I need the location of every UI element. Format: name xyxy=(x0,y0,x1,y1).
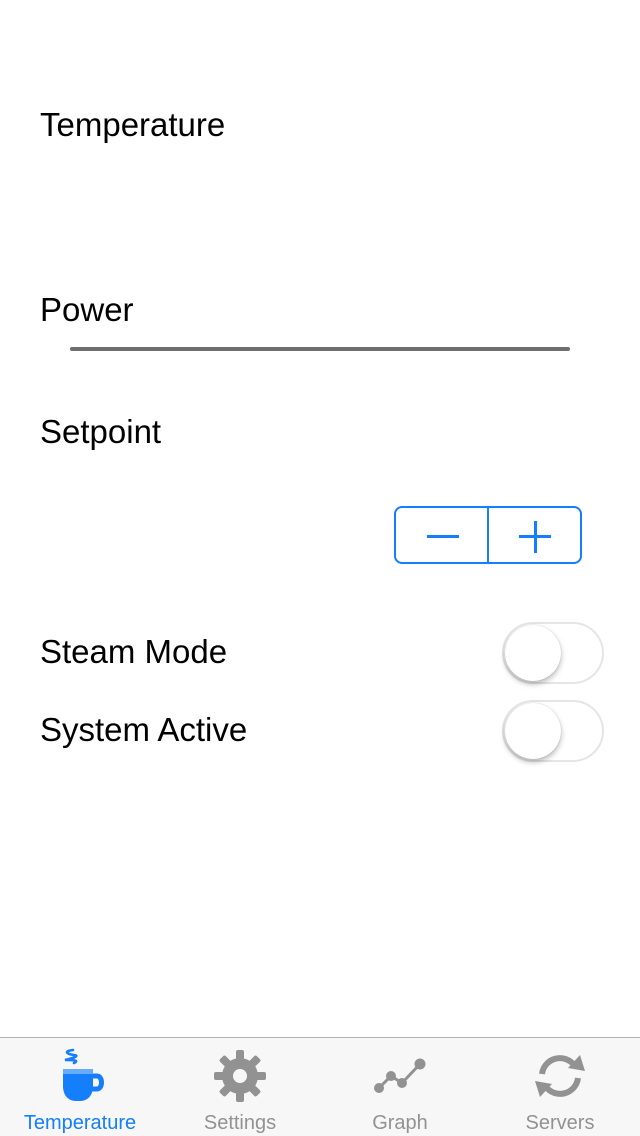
steam-mode-label: Steam Mode xyxy=(40,633,228,670)
steam-mode-switch[interactable] xyxy=(502,622,604,684)
switch-knob xyxy=(505,703,561,759)
tab-label: Settings xyxy=(203,1112,277,1134)
temperature-label: Temperature xyxy=(40,106,226,143)
setpoint-increment-button[interactable] xyxy=(487,508,580,562)
switch-knob xyxy=(505,625,561,681)
tab-temperature[interactable]: Temperature xyxy=(0,1038,160,1136)
minus-icon xyxy=(427,535,459,538)
gear-icon xyxy=(214,1050,266,1102)
power-label: Power xyxy=(40,291,134,328)
coffee-cup-icon xyxy=(63,1048,104,1101)
setpoint-label: Setpoint xyxy=(40,413,162,450)
tab-settings[interactable]: Settings xyxy=(160,1038,320,1136)
graph-icon xyxy=(374,1058,426,1093)
refresh-icon xyxy=(535,1055,585,1097)
tab-label: Servers xyxy=(525,1112,595,1134)
tab-servers[interactable]: Servers xyxy=(480,1038,640,1136)
tab-label: Graph xyxy=(372,1112,428,1134)
system-active-label: System Active xyxy=(40,711,248,748)
setpoint-decrement-button[interactable] xyxy=(396,508,487,562)
power-progress-bar xyxy=(70,347,570,351)
tab-bar: Temperature Settings Graph Servers xyxy=(0,1037,640,1136)
tab-graph[interactable]: Graph xyxy=(320,1038,480,1136)
temperature-screen: Temperature Power Setpoint Steam Mode Sy… xyxy=(0,0,640,1136)
tab-label: Temperature xyxy=(23,1112,137,1134)
setpoint-stepper xyxy=(394,506,582,564)
system-active-switch[interactable] xyxy=(502,700,604,762)
